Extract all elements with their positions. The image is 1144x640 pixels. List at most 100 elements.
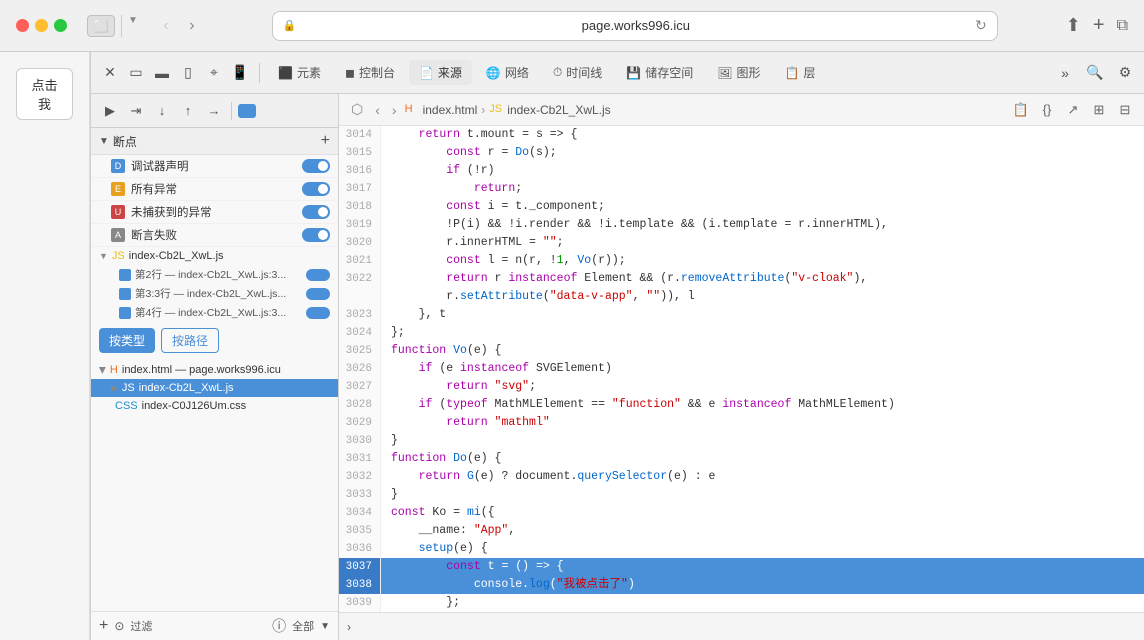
tree-item-js[interactable]: ▶ JS index-Cb2L_XwL.js	[91, 379, 338, 397]
all-exceptions-icon: E	[111, 182, 125, 196]
resume-icon[interactable]: ▶	[99, 100, 121, 122]
click-me-button[interactable]: 点击我	[16, 68, 73, 120]
more-tabs-icon[interactable]: »	[1054, 62, 1076, 84]
code-toolbar: ⬡ ‹ › H index.html › JS index-Cb2L_XwL.j…	[339, 94, 1144, 126]
lock-icon: 🔒	[283, 19, 297, 32]
code-line-3023: 3023 }, t	[339, 306, 1144, 324]
add-breakpoint-icon[interactable]: +	[321, 132, 330, 150]
tab-graphics[interactable]: 🖼 图形	[707, 60, 770, 85]
sub-bp-toggle-2[interactable]	[306, 288, 330, 300]
breakpoints-section-header[interactable]: ▼ 断点 +	[91, 128, 338, 155]
source-file-header[interactable]: ▼ JS index-Cb2L_XwL.js	[91, 247, 338, 265]
debugger-bp-toggle[interactable]	[302, 159, 330, 173]
settings-icon[interactable]: ⚙	[1114, 62, 1136, 84]
layers-icon: 📋	[785, 66, 800, 80]
breakpoint-debugger[interactable]: D 调试器声明	[91, 155, 338, 178]
back-button[interactable]: ‹	[154, 15, 178, 37]
inspect-icon[interactable]: ⌖	[203, 62, 225, 84]
js-tree-icon: JS	[122, 382, 135, 394]
refresh-icon[interactable]: ↻	[975, 17, 987, 34]
code-line-3028: 3028 if (typeof MathMLElement == "functi…	[339, 396, 1144, 414]
css-tree-icon: CSS	[115, 400, 138, 412]
breakpoint-all-exceptions[interactable]: E 所有异常	[91, 178, 338, 201]
new-tab-code-icon[interactable]: ↗	[1062, 99, 1084, 121]
share-icon[interactable]: ⬆	[1066, 15, 1081, 36]
code-line-3022a: 3022 return r instanceof Element && (r.r…	[339, 270, 1144, 288]
panel-back-icon[interactable]: ⬡	[347, 99, 367, 120]
close-button[interactable]	[16, 19, 29, 32]
type-button[interactable]: 按类型	[99, 328, 155, 353]
step-icon[interactable]: →	[203, 100, 225, 122]
tab-console[interactable]: ◼ 控制台	[335, 60, 405, 85]
go-back-icon[interactable]: ‹	[371, 100, 384, 120]
toolbar-separator	[231, 102, 232, 120]
tree-root-label: index.html — page.works996.icu	[122, 364, 330, 376]
collapse-panel-icon[interactable]: ⊞	[1088, 99, 1110, 121]
sub-breakpoint-1[interactable]: 第2行 — index-Cb2L_XwL.js:3...	[91, 265, 338, 284]
breadcrumb-js[interactable]: JS index-Cb2L_XwL.js	[489, 103, 610, 117]
js-item-arrow: ▶	[111, 383, 118, 394]
nav-arrows: ‹ ›	[154, 15, 204, 37]
prettify-icon[interactable]: {}	[1036, 99, 1058, 121]
console-bottom-bar: ›	[339, 612, 1144, 640]
debugger-bottom-bar: + ⊙ 过滤 ⓘ 全部 ▼	[91, 611, 338, 640]
path-button[interactable]: 按路径	[161, 328, 219, 353]
tab-layers[interactable]: 📋 层	[775, 60, 826, 85]
tree-root[interactable]: ▶ H index.html — page.works996.icu	[91, 361, 338, 379]
breadcrumb-js-label: index-Cb2L_XwL.js	[507, 103, 610, 117]
elements-icon: ⬛	[278, 66, 293, 80]
dropdown-icon[interactable]: ▼	[320, 621, 330, 632]
search-icon[interactable]: 🔍	[1084, 62, 1106, 84]
tree-item-css[interactable]: CSS index-C0J126Um.css	[91, 397, 338, 415]
network-icon: 🌐	[486, 66, 501, 80]
sub-bp-toggle-1[interactable]	[306, 269, 330, 281]
breadcrumb-html[interactable]: H index.html	[405, 103, 478, 117]
sub-bp-toggle-3[interactable]	[306, 307, 330, 319]
assert-toggle[interactable]	[302, 228, 330, 242]
step-out-icon[interactable]: ↑	[177, 100, 199, 122]
dock-right-icon[interactable]: ▯	[177, 62, 199, 84]
tab-elements[interactable]: ⬛ 元素	[268, 60, 331, 85]
tab-network[interactable]: 🌐 网络	[476, 60, 539, 85]
close-devtools-icon[interactable]: ✕	[99, 62, 121, 84]
minimize-button[interactable]	[35, 19, 48, 32]
all-exceptions-label: 所有异常	[131, 181, 296, 197]
source-filename: index-Cb2L_XwL.js	[129, 250, 330, 262]
breakpoint-uncaught[interactable]: U 未捕获到的异常	[91, 201, 338, 224]
device-icon[interactable]: 📱	[229, 62, 251, 84]
sub-breakpoint-2[interactable]: 第3:3行 — index-Cb2L_XwL.js...	[91, 284, 338, 303]
new-tab-icon[interactable]: +	[1093, 14, 1105, 37]
sidebar-toggle[interactable]: ⬜	[87, 15, 115, 37]
console-expand-icon[interactable]: ›	[347, 620, 351, 634]
breakpoints-toggle[interactable]	[238, 104, 256, 118]
code-line-3020: 3020 r.innerHTML = "";	[339, 234, 1144, 252]
go-forward-icon[interactable]: ›	[388, 100, 401, 120]
dock-icon[interactable]: ▭	[125, 62, 147, 84]
view-mode-buttons: 按类型 按路径	[91, 322, 338, 359]
tab-timeline[interactable]: ⏱ 时间线	[543, 60, 612, 85]
code-line-3038: 3038 console.log("我被点击了")	[339, 576, 1144, 594]
dock-bottom-icon[interactable]: ▬	[151, 62, 173, 84]
js-breadcrumb-icon: JS	[489, 103, 503, 117]
windows-icon[interactable]: ⧉	[1117, 17, 1128, 35]
sub-bp-icon-3	[119, 307, 131, 319]
forward-button[interactable]: ›	[180, 15, 204, 37]
sub-breakpoint-3[interactable]: 第4行 — index-Cb2L_XwL.js:3...	[91, 303, 338, 322]
maximize-button[interactable]	[54, 19, 67, 32]
expand-panel-icon[interactable]: ⊟	[1114, 99, 1136, 121]
format-icon[interactable]: 📋	[1010, 99, 1032, 121]
uncaught-toggle[interactable]	[302, 205, 330, 219]
step-over-icon[interactable]: ⇥	[125, 100, 147, 122]
breakpoint-assert[interactable]: A 断言失败	[91, 224, 338, 247]
all-exceptions-toggle[interactable]	[302, 182, 330, 196]
code-line-3029: 3029 return "mathml"	[339, 414, 1144, 432]
breadcrumb-html-label: index.html	[423, 103, 478, 117]
code-editor[interactable]: 3014 return t.mount = s => { 3015 const …	[339, 126, 1144, 612]
main-content: 点击我 ✕ ▭ ▬ ▯ ⌖ 📱 ⬛ 元素 ◼ 控制台 📄 来源	[0, 52, 1144, 640]
step-into-icon[interactable]: ↓	[151, 100, 173, 122]
tab-sources[interactable]: 📄 来源	[409, 60, 472, 85]
add-icon[interactable]: +	[99, 617, 108, 635]
tab-storage[interactable]: 💾 储存空间	[616, 60, 703, 85]
info-icon: ⓘ	[272, 616, 286, 636]
url-bar[interactable]: 🔒 page.works996.icu ↻	[272, 11, 998, 41]
